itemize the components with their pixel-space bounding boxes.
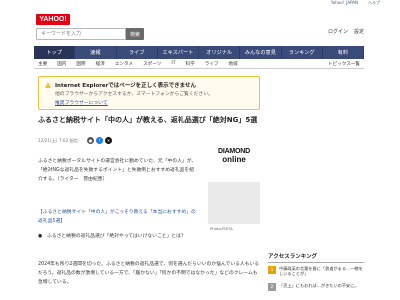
- logo-text: YAHOO!: [39, 16, 67, 23]
- subnav-main[interactable]: 主要: [38, 61, 47, 67]
- subnav-sports[interactable]: スポーツ: [143, 61, 161, 67]
- notice-message: 他のブラウザーからアクセスするか、スマートフォンからご覧ください。: [55, 92, 213, 97]
- nav-paid[interactable]: 有料: [323, 46, 364, 59]
- article-body: 2024年も残り2週間を切った。ふるさと納税の返礼品選で、何を選んだらいいのか悩…: [38, 262, 260, 285]
- source-logo-line2: online: [222, 155, 246, 164]
- ranking-item-text: 中藤政英の言葉を盾に「鉄道がまる…一緒をしいることが」: [279, 266, 363, 276]
- nav-original[interactable]: オリジナル: [199, 46, 241, 59]
- nav-opinions[interactable]: みんなの意見: [240, 46, 282, 59]
- source-logo[interactable]: DIAMOND online: [210, 148, 258, 170]
- ranking-item[interactable]: 1 中藤政英の言葉を盾に「鉄道がまる…一緒をしいることが」: [268, 266, 364, 276]
- subnav-science[interactable]: 科学: [186, 61, 195, 67]
- sub-nav: 主要 国内 国際 経済 エンタメ スポーツ IT 科学 ライフ 地域 トピックス…: [34, 59, 364, 69]
- subnav-domestic[interactable]: 国内: [57, 61, 66, 67]
- nav-top[interactable]: トップ: [34, 46, 76, 59]
- login-link[interactable]: ログイン: [328, 28, 348, 35]
- search-button[interactable]: 検索: [126, 28, 144, 40]
- utility-link[interactable]: JAPAN: [346, 0, 358, 5]
- utility-link[interactable]: Yahoo!: [331, 0, 344, 5]
- header-right-links: ログイン 設定: [328, 28, 364, 35]
- subnav-local[interactable]: 地域: [229, 61, 238, 67]
- rank-number: 2: [268, 283, 276, 291]
- comment-icon[interactable]: ●: [87, 137, 94, 144]
- subnav-entertainment[interactable]: エンタメ: [115, 61, 133, 67]
- main-nav: トップ 速報 ライブ エキスパート オリジナル みんなの意見 ランキング 有料: [34, 46, 364, 59]
- facebook-icon[interactable]: f: [96, 137, 103, 144]
- subnav-it[interactable]: IT: [171, 61, 175, 66]
- related-article-link[interactable]: 【ふるさと納税サイト「中の人」がこっそり教える「本当におすすめ」の返礼品5選】: [38, 208, 198, 226]
- subnav-topics-list[interactable]: トピックス一覧: [328, 61, 360, 67]
- photo-caption: Photo:PIXTA: [210, 226, 233, 231]
- article-meta: 12/21(土) 7:02 配信: [38, 138, 78, 143]
- ranking-title: アクセスランキング: [268, 252, 364, 263]
- nav-live[interactable]: ライブ: [117, 46, 158, 59]
- x-icon[interactable]: ✕: [105, 137, 112, 144]
- article-section-heading: ● ふるさと納税の返礼品選び「絶対やってはいけないこと」とは？: [38, 234, 186, 239]
- source-logo-line1: DIAMOND: [217, 148, 251, 155]
- article-lead: ふるさと納税ポータルサイトの運営会社に勤めていた、元「中の人」が、「絶対NGな返…: [38, 159, 197, 182]
- rank-number: 1: [268, 266, 276, 274]
- subnav-life[interactable]: ライフ: [205, 61, 219, 67]
- article-title: ふるさと納税サイト「中の人」が教える、返礼品選び「絶対NG」5選: [38, 116, 258, 124]
- nav-expert[interactable]: エキスパート: [158, 46, 199, 59]
- site-logo[interactable]: YAHOO!: [36, 14, 70, 25]
- recommended-browser-link[interactable]: 推奨ブラウザーについて: [55, 99, 108, 106]
- site-header: YAHOO! 検索 ログイン 設定: [0, 6, 400, 46]
- warning-icon: [45, 82, 51, 88]
- notice-title: Internet Explorerではページを正しく表示できません: [55, 83, 197, 89]
- ranking-item-text: 「売上」にもおれぼ…がきたいの不安に。: [279, 283, 359, 288]
- nav-ranking[interactable]: ランキング: [282, 46, 323, 59]
- ranking-item[interactable]: 2 「売上」にもおれぼ…がきたいの不安に。: [268, 283, 364, 293]
- search-input[interactable]: [36, 28, 126, 40]
- settings-link[interactable]: 設定: [354, 28, 364, 35]
- article-photo[interactable]: [208, 182, 260, 224]
- subnav-economy[interactable]: 経済: [96, 61, 105, 67]
- subnav-world[interactable]: 国際: [76, 61, 85, 67]
- utility-links[interactable]: Yahoo! JAPAN: [331, 0, 358, 5]
- share-buttons: ● f ✕: [87, 137, 112, 144]
- browser-notice: Internet Explorerではページを正しく表示できません 他のブラウザ…: [38, 76, 260, 110]
- nav-breaking[interactable]: 速報: [75, 46, 117, 59]
